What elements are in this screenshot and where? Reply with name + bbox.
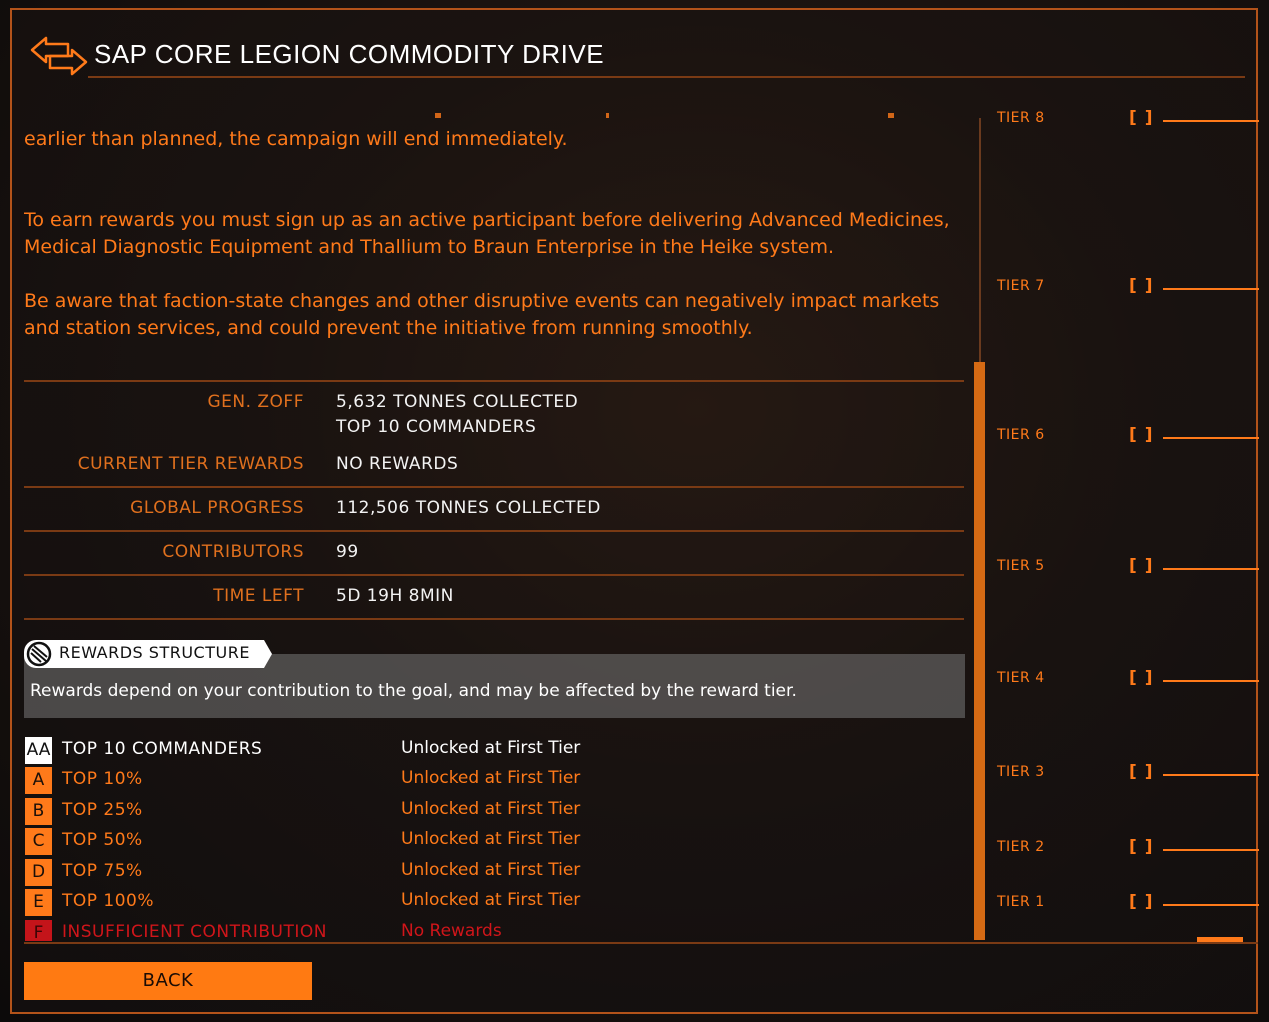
reward-row-aa: AA TOP 10 COMMANDERS Unlocked at First T…: [24, 736, 964, 766]
stat-value-rank: TOP 10 COMMANDERS: [336, 417, 537, 437]
tier-badge-c: C: [25, 828, 52, 855]
tier-marker-5: TIER 5 [ ]: [997, 556, 1259, 578]
tier-name: TOP 75%: [62, 861, 143, 881]
tier-name: TOP 50%: [62, 830, 143, 850]
tier-marker-bracket: [ ]: [1129, 837, 1154, 857]
stat-value-collected: 5,632 TONNES COLLECTED: [336, 392, 579, 412]
tier-name: TOP 10%: [62, 769, 143, 789]
reward-row-a: A TOP 10% Unlocked at First Tier: [24, 766, 964, 796]
tier-marker-line: [1163, 288, 1259, 290]
header-divider: [88, 76, 1245, 78]
tier-marker-label: TIER 4: [997, 670, 1045, 686]
tier-name: TOP 25%: [62, 800, 143, 820]
tier-marker-7: TIER 7 [ ]: [997, 276, 1259, 298]
rewards-structure-label: REWARDS STRUCTURE: [59, 643, 250, 662]
tier-marker-line: [1163, 774, 1259, 776]
tier-badge-d: D: [25, 859, 52, 886]
tier-marker-bracket: [ ]: [1129, 556, 1154, 576]
tier-marker-bracket: [ ]: [1129, 108, 1154, 128]
tier-marker-1: TIER 1 [ ]: [997, 892, 1259, 914]
tier-marker-6: TIER 6 [ ]: [997, 425, 1259, 447]
tier-name: INSUFFICIENT CONTRIBUTION: [62, 922, 327, 941]
tier-marker-label: TIER 1: [997, 894, 1045, 910]
reward-row-f: F INSUFFICIENT CONTRIBUTION No Rewards: [24, 919, 964, 941]
description-partial-line: earlier than planned, the campaign will …: [24, 128, 568, 150]
tier-badge-f: F: [25, 920, 52, 941]
reward-row-b: B TOP 25% Unlocked at First Tier: [24, 797, 964, 827]
back-forward-arrows-icon[interactable]: [28, 32, 88, 78]
shield-emblem-icon: [26, 641, 52, 667]
tier-marker-line: [1163, 120, 1259, 122]
tier-marker-4: TIER 4 [ ]: [997, 668, 1259, 690]
tier-marker-line: [1163, 568, 1259, 570]
tier-marker-line: [1163, 680, 1259, 682]
description-paragraph-3: Be aware that faction-state changes and …: [24, 290, 940, 339]
tier-marker-label: TIER 5: [997, 558, 1045, 574]
stat-label-current-tier: CURRENT TIER REWARDS: [77, 454, 304, 474]
tier-badge-aa: AA: [25, 737, 52, 764]
stat-row-commander: GEN. ZOFF 5,632 TONNES COLLECTED TOP 10 …: [24, 380, 964, 486]
tier-badge-e: E: [25, 889, 52, 916]
tier-unlock: Unlocked at First Tier: [401, 890, 581, 910]
tier-progress-bar[interactable]: [974, 362, 985, 940]
tier-marker-8: TIER 8 [ ]: [997, 108, 1259, 130]
tier-marker-bracket: [ ]: [1129, 762, 1154, 782]
tier-marker-bracket: [ ]: [1129, 276, 1154, 296]
stat-label-commander: GEN. ZOFF: [207, 392, 304, 412]
tier-marker-line: [1163, 849, 1259, 851]
tier-marker-bracket: [ ]: [1129, 892, 1154, 912]
page-title: SAP CORE LEGION COMMODITY DRIVE: [94, 39, 605, 69]
tier-unlock: Unlocked at First Tier: [401, 860, 581, 880]
stat-value-global: 112,506 TONNES COLLECTED: [336, 498, 601, 518]
tier-unlock: Unlocked at First Tier: [401, 738, 581, 758]
reward-row-d: D TOP 75% Unlocked at First Tier: [24, 858, 964, 888]
stat-row-time-left: TIME LEFT 5D 19H 8MIN: [24, 574, 964, 620]
footer-divider: [24, 942, 1258, 944]
rewards-note: Rewards depend on your contribution to t…: [30, 681, 797, 701]
tier-unlock: Unlocked at First Tier: [401, 768, 581, 788]
tier-marker-label: TIER 7: [997, 278, 1045, 294]
tier-marker-line: [1163, 904, 1259, 906]
tier-marker-label: TIER 6: [997, 427, 1045, 443]
tier-marker-label: TIER 8: [997, 110, 1045, 126]
tier-badge-b: B: [25, 798, 52, 825]
tier-marker-bracket: [ ]: [1129, 425, 1154, 445]
header: SAP CORE LEGION COMMODITY DRIVE: [24, 30, 1246, 78]
stat-row-global: GLOBAL PROGRESS 112,506 TONNES COLLECTED: [24, 486, 964, 530]
stat-label-time-left: TIME LEFT: [213, 586, 304, 606]
tier-name: TOP 10 COMMANDERS: [62, 739, 263, 759]
stat-value-current-tier: NO REWARDS: [336, 454, 459, 474]
tier-unlock: No Rewards: [401, 921, 502, 941]
back-button[interactable]: BACK: [24, 962, 312, 1000]
stat-label-contributors: CONTRIBUTORS: [162, 542, 304, 562]
reward-row-c: C TOP 50% Unlocked at First Tier: [24, 827, 964, 857]
tier-marker-label: TIER 3: [997, 764, 1045, 780]
stats-table: GEN. ZOFF 5,632 TONNES COLLECTED TOP 10 …: [24, 380, 964, 620]
tier-marker-bracket: [ ]: [1129, 668, 1154, 688]
stat-label-global: GLOBAL PROGRESS: [130, 498, 304, 518]
tier-badge-a: A: [25, 767, 52, 794]
tier-name: TOP 100%: [62, 891, 155, 911]
tier-unlock: Unlocked at First Tier: [401, 829, 581, 849]
description-paragraph-2: To earn rewards you must sign up as an a…: [24, 209, 950, 258]
description-panel: earlier than planned, the campaign will …: [24, 106, 964, 356]
stat-value-contributors: 99: [336, 542, 359, 562]
stat-row-contributors: CONTRIBUTORS 99: [24, 530, 964, 574]
tier-marker-2: TIER 2 [ ]: [997, 837, 1259, 859]
tier-marker-3: TIER 3 [ ]: [997, 762, 1259, 784]
tier-unlock: Unlocked at First Tier: [401, 799, 581, 819]
reward-row-e: E TOP 100% Unlocked at First Tier: [24, 888, 964, 918]
tier-marker-label: TIER 2: [997, 839, 1045, 855]
tier-marker-line: [1163, 437, 1259, 439]
stat-value-time-left: 5D 19H 8MIN: [336, 586, 454, 606]
